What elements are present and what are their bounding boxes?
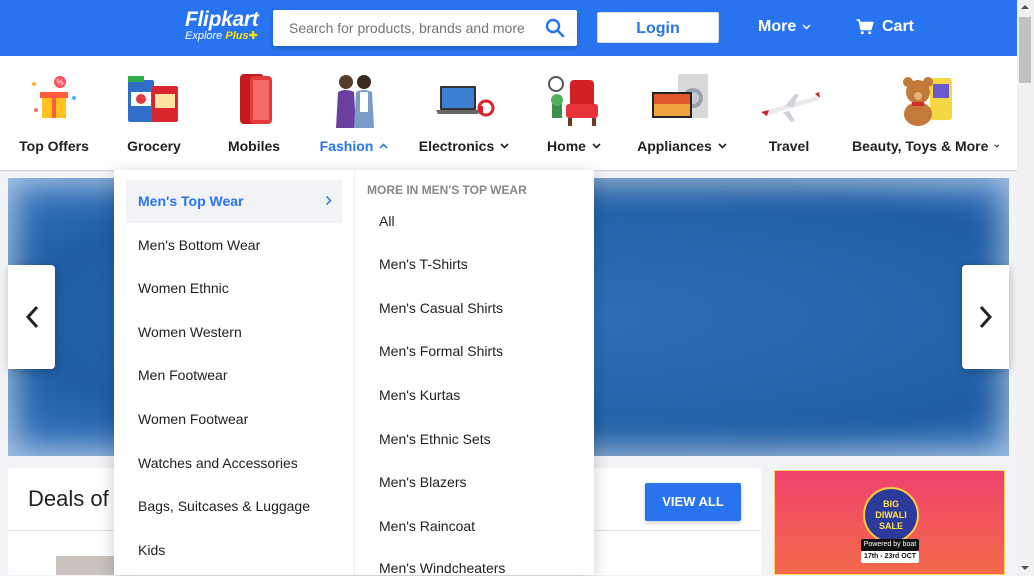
category-label: Top Offers — [19, 138, 89, 154]
diwali-sale-promo[interactable]: BIG DIWALI SALE Powered by boat 17th - 2… — [774, 470, 1005, 575]
category-label: Grocery — [127, 138, 181, 154]
promo-dates: 17th - 23rd OCT — [861, 551, 919, 563]
dropdown-item-women-ethnic[interactable]: Women Ethnic — [126, 267, 342, 310]
badge-line: SALE — [878, 520, 903, 531]
category-label-electronics: Electronics — [414, 138, 514, 154]
chevron-down-icon — [802, 24, 811, 30]
dropdown-item-women-western[interactable]: Women Western — [126, 311, 342, 354]
logo-explore-text: Explore — [185, 30, 223, 42]
subcategory-panel: MORE IN MEN'S TOP WEAR All Men's T-Shirt… — [355, 170, 594, 576]
subcategory-formal-shirts[interactable]: Men's Formal Shirts — [379, 343, 503, 359]
plus-icon: ✚ — [248, 30, 258, 42]
view-all-button[interactable]: VIEW ALL — [645, 483, 741, 521]
logo-plus-text: Plus — [225, 30, 249, 42]
chevron-down-icon — [994, 144, 1000, 148]
grocery-icon — [128, 76, 178, 122]
category-electronics[interactable]: Electronics — [414, 56, 514, 170]
category-label: Appliances — [637, 138, 712, 154]
scroll-down-arrow-icon[interactable] — [1021, 566, 1029, 570]
category-fashion[interactable]: Fashion — [314, 56, 394, 170]
tv-washer-icon — [652, 74, 708, 118]
more-label: More — [758, 18, 797, 35]
category-label: Travel — [768, 138, 810, 154]
flipkart-logo[interactable]: Flipkart Explore Plus✚ — [185, 8, 259, 43]
category-grocery[interactable]: Grocery — [114, 56, 194, 170]
dropdown-item-kids[interactable]: Kids — [126, 529, 342, 572]
category-label: Home — [547, 138, 586, 154]
cart-icon — [856, 19, 874, 35]
chevron-right-icon — [325, 195, 332, 206]
category-home[interactable]: Home — [534, 56, 614, 170]
dropdown-item-mens-bottom-wear[interactable]: Men's Bottom Wear — [126, 224, 342, 267]
laptop-icon — [436, 86, 495, 117]
chevron-left-icon — [25, 305, 38, 329]
subcategory-windcheaters[interactable]: Men's Windcheaters — [379, 560, 505, 576]
category-label: Beauty, Toys & More — [852, 138, 989, 154]
armchair-icon — [548, 76, 598, 126]
category-label-fashion: Fashion — [314, 138, 394, 154]
category-label: Fashion — [319, 138, 374, 154]
teddy-bear-icon — [903, 77, 952, 126]
badge-line: BIG — [882, 498, 899, 509]
chevron-down-icon — [592, 143, 601, 149]
chevron-down-icon — [500, 143, 509, 149]
search-icon[interactable] — [545, 18, 565, 38]
gift-icon: % — [32, 76, 76, 118]
category-label: Electronics — [418, 138, 495, 154]
dropdown-item-women-footwear[interactable]: Women Footwear — [126, 398, 342, 441]
cart-link[interactable]: Cart — [856, 18, 914, 36]
subcategory-blazers[interactable]: Men's Blazers — [379, 474, 466, 490]
logo-subtext: Explore Plus✚ — [185, 30, 258, 42]
deals-title: Deals of t — [28, 486, 121, 511]
category-travel[interactable]: Travel — [749, 56, 829, 170]
subcategory-all[interactable]: All — [379, 213, 395, 229]
top-header: Flipkart Explore Plus✚ Login More Cart — [0, 0, 1017, 56]
subcategory-raincoat[interactable]: Men's Raincoat — [379, 518, 475, 534]
deal-product-image[interactable] — [56, 556, 116, 575]
carousel-next-button[interactable] — [962, 265, 1009, 369]
logo-text: Flipkart — [185, 8, 259, 31]
subcategory-heading: MORE IN MEN'S TOP WEAR — [367, 183, 527, 197]
subcategory-casual-shirts[interactable]: Men's Casual Shirts — [379, 300, 503, 316]
chevron-down-icon — [718, 143, 727, 149]
category-top-offers[interactable]: % Top Offers — [14, 56, 94, 170]
category-label-home: Home — [534, 138, 614, 154]
page-scrollbar[interactable] — [1017, 0, 1034, 575]
search-box — [273, 10, 577, 46]
category-beauty-toys[interactable]: Beauty, Toys & More — [852, 56, 1000, 170]
subcategory-kurtas[interactable]: Men's Kurtas — [379, 387, 460, 403]
promo-powered-by: Powered by boat — [861, 539, 919, 551]
category-label-beauty: Beauty, Toys & More — [852, 138, 1000, 154]
fashion-dropdown-menu: Men's Top Wear Men's Bottom Wear Women E… — [114, 170, 594, 576]
carousel-prev-button[interactable] — [8, 265, 55, 369]
category-appliances[interactable]: Appliances — [634, 56, 730, 170]
category-mobiles[interactable]: Mobiles — [214, 56, 294, 170]
dropdown-item-mens-top-wear[interactable]: Men's Top Wear — [126, 180, 342, 223]
subcategory-ethnic-sets[interactable]: Men's Ethnic Sets — [379, 431, 491, 447]
subcategory-tshirts[interactable]: Men's T-Shirts — [379, 256, 468, 272]
category-label-appliances: Appliances — [634, 138, 730, 154]
chevron-up-icon — [379, 143, 388, 149]
dropdown-item-bags-luggage[interactable]: Bags, Suitcases & Luggage — [126, 485, 342, 528]
more-menu[interactable]: More — [758, 18, 811, 36]
airplane-icon — [761, 92, 820, 122]
svg-text:%: % — [56, 78, 63, 87]
scrollbar-thumb[interactable] — [1019, 17, 1031, 83]
badge-line: DIWALI — [875, 509, 907, 520]
search-input[interactable] — [273, 10, 544, 46]
login-button[interactable]: Login — [597, 12, 719, 43]
dropdown-item-watches-accessories[interactable]: Watches and Accessories — [126, 442, 342, 485]
fashion-category-list: Men's Top Wear Men's Bottom Wear Women E… — [114, 170, 355, 575]
fashion-models-icon — [336, 75, 374, 128]
cart-label: Cart — [882, 18, 915, 35]
dropdown-item-men-footwear[interactable]: Men Footwear — [126, 354, 342, 397]
scroll-up-arrow-icon[interactable] — [1021, 5, 1029, 9]
category-label: Mobiles — [227, 138, 281, 154]
category-bar: % Top Offers Grocery Mobiles Fashion Ele… — [0, 56, 1017, 170]
big-diwali-sale-badge: BIG DIWALI SALE — [863, 487, 919, 543]
mobile-phone-icon — [240, 74, 272, 124]
dropdown-item-label: Men's Top Wear — [138, 193, 244, 209]
chevron-right-icon — [979, 305, 992, 329]
